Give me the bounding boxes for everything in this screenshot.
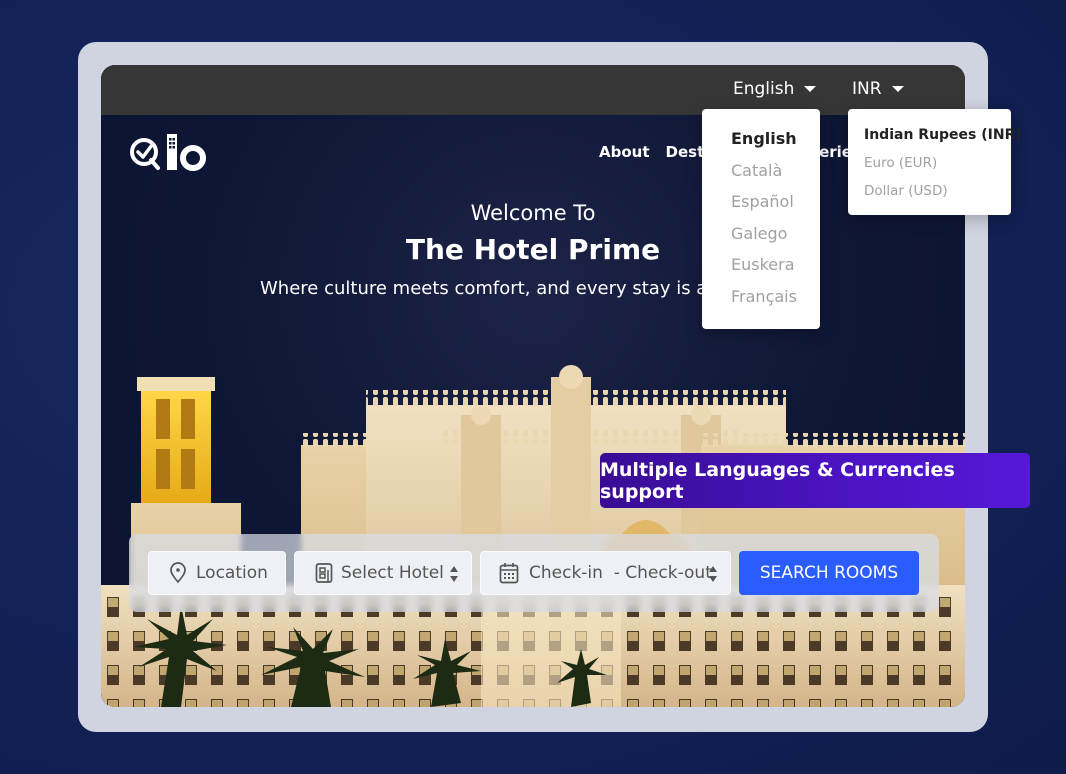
top-bar: English INR: [101, 65, 965, 115]
dates-placeholder: Check-in - Check-out: [529, 563, 712, 583]
currency-selected: INR: [852, 79, 882, 99]
sort-updown-icon: [709, 566, 717, 582]
location-input[interactable]: Location: [148, 551, 286, 595]
date-range-picker[interactable]: Check-in - Check-out: [480, 551, 731, 595]
hotel-placeholder: Select Hotel: [341, 563, 444, 583]
language-option-galego[interactable]: Galego: [731, 224, 820, 256]
language-option-english[interactable]: English: [731, 129, 820, 161]
calendar-icon: [499, 563, 519, 584]
qlo-logo[interactable]: [129, 133, 209, 175]
search-bar: Location Select Hotel Check-in - Check-o…: [129, 534, 939, 612]
search-rooms-button[interactable]: SEARCH ROOMS: [739, 551, 919, 595]
currency-menu: Indian Rupees (INR) Euro (EUR) Dollar (U…: [848, 109, 1022, 215]
caret-down-icon: [804, 86, 817, 92]
feature-banner-text: Multiple Languages & Currencies support: [600, 458, 955, 503]
map-pin-icon: [170, 562, 186, 584]
sort-updown-icon: [450, 566, 458, 582]
feature-banner: Multiple Languages & Currencies support: [600, 453, 1030, 508]
currency-selector[interactable]: INR: [852, 79, 904, 99]
browser-window: English INR About Experience Welcome To …: [101, 65, 965, 707]
caret-down-icon: [891, 86, 904, 92]
hero-section: About Destinations Experience Welcome To…: [101, 115, 965, 707]
hero-title: The Hotel Prime: [405, 233, 661, 266]
select-hotel-dropdown[interactable]: Select Hotel: [294, 551, 472, 595]
language-menu: English Català Español Galego Euskera Fr…: [702, 109, 820, 329]
building-icon: [315, 563, 333, 583]
location-placeholder: Location: [196, 563, 268, 583]
language-selected: English: [733, 79, 795, 99]
language-option-catala[interactable]: Català: [731, 161, 820, 193]
hero-tagline: Where culture meets comfort, and every s…: [260, 278, 725, 299]
language-option-espanol[interactable]: Español: [731, 192, 820, 224]
language-option-francais[interactable]: Français: [731, 287, 820, 319]
language-option-euskera[interactable]: Euskera: [731, 255, 820, 287]
nav-item-about[interactable]: About: [599, 143, 650, 161]
currency-option-inr[interactable]: Indian Rupees (INR): [864, 126, 1022, 154]
currency-option-eur[interactable]: Euro (EUR): [864, 154, 1011, 182]
language-selector[interactable]: English: [733, 79, 817, 99]
hero-welcome: Welcome To: [470, 201, 596, 225]
currency-option-usd[interactable]: Dollar (USD): [864, 182, 1011, 210]
